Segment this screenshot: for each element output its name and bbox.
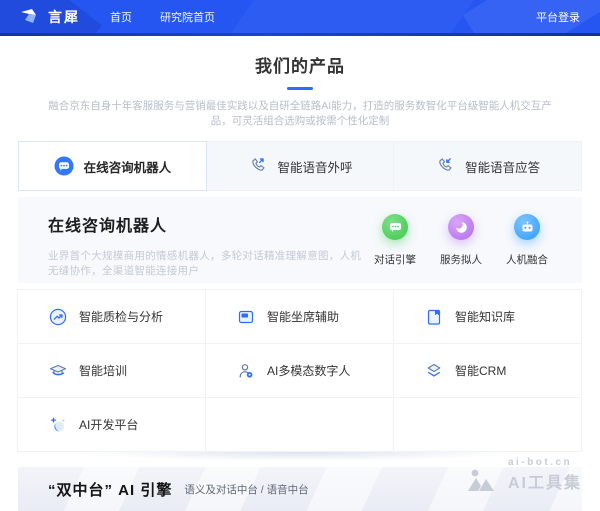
product-digital-human[interactable]: AI多模态数字人 [205,343,394,398]
product-label: 智能知识库 [455,308,515,325]
tab-label: 智能语音应答 [465,157,540,176]
persona-face-icon [448,214,474,240]
yanxi-logo[interactable]: 言犀 [20,7,80,27]
agent-assist-icon [236,307,256,327]
panel-features: 对话引擎 服务拟人 [370,214,552,283]
empty-grid-cell [205,397,394,452]
product-label: AI多模态数字人 [267,362,350,379]
nav-item-home[interactable]: 首页 [110,9,132,25]
product-quality-analysis[interactable]: 智能质检与分析 [17,289,206,344]
engine-banner-subtitle: 语义及对话中台 / 语音中台 [184,482,308,497]
feature-dialog-engine: 对话引擎 [370,214,420,283]
phone-incoming-icon [435,156,455,176]
crm-layers-icon [424,361,444,381]
title-divider [287,87,313,90]
feature-label: 服务拟人 [436,252,486,267]
product-label: 智能CRM [455,362,506,379]
nav-item-research[interactable]: 研究院首页 [160,9,215,25]
engine-banner-title: “双中台” AI 引擎 [48,479,172,500]
product-ai-platform[interactable]: AI开发平台 [17,397,206,452]
ai-bot-logo-icon [467,467,501,493]
watermark-text: ai-bot.cn AI工具集 [508,457,582,493]
training-cap-icon [48,361,68,381]
tab-label: 智能语音外呼 [278,157,353,176]
navbar-left: 言犀 首页 研究院首页 [20,7,243,27]
tab-voice-outbound[interactable]: 智能语音外呼 [206,141,395,191]
digital-human-icon [236,361,256,381]
knowledge-base-icon [424,307,444,327]
chat-bubble-icon [54,156,74,176]
product-crm[interactable]: 智能CRM [393,343,582,398]
panel-title: 在线咨询机器人 [48,212,370,236]
ai-platform-icon [48,415,68,435]
robot-icon [514,214,540,240]
product-label: 智能坐席辅助 [267,308,339,325]
product-tabs: 在线咨询机器人 智能语音外呼 智能语音应答 [18,141,582,191]
product-training[interactable]: 智能培训 [17,343,206,398]
section-title: 我们的产品 [18,52,582,77]
panel-description: 业界首个大规模商用的情感机器人，多轮对话精准理解意图，人机无缝协作，全渠道智能连… [48,248,370,278]
navbar-bottom-strip [0,33,600,36]
phone-outgoing-icon [248,156,268,176]
empty-grid-cell [393,397,582,452]
tab-online-robot[interactable]: 在线咨询机器人 [18,141,207,191]
watermark: ai-bot.cn AI工具集 [467,457,582,493]
feature-human-machine: 人机融合 [502,214,552,283]
products-section: 我们的产品 融合京东自身十年客服服务与营销最佳实践以及自研全链路AI能力，打造的… [0,52,600,452]
product-agent-assist[interactable]: 智能坐席辅助 [205,289,394,344]
product-label: 智能质检与分析 [79,308,163,325]
nav-links: 首页 研究院首页 [110,9,243,25]
product-label: 智能培训 [79,362,127,379]
yanxi-swoosh-icon [20,8,42,25]
product-knowledge-base[interactable]: 智能知识库 [393,289,582,344]
analysis-icon [48,307,68,327]
section-subtitle: 融合京东自身十年客服服务与营销最佳实践以及自研全链路AI能力，打造的服务数智化平… [18,99,582,129]
watermark-name: AI工具集 [508,469,582,493]
active-tab-panel: 在线咨询机器人 业界首个大规模商用的情感机器人，多轮对话精准理解意图，人机无缝协… [18,197,582,283]
top-navbar: 言犀 首页 研究院首页 平台登录 [0,0,600,33]
tab-label: 在线咨询机器人 [84,157,172,176]
navbar-deco-shape [219,0,481,33]
product-grid: 智能质检与分析 智能坐席辅助 智能知识库 [18,290,582,452]
watermark-site: ai-bot.cn [508,457,582,468]
panel-text: 在线咨询机器人 业界首个大规模商用的情感机器人，多轮对话精准理解意图，人机无缝协… [48,212,370,283]
product-label: AI开发平台 [79,416,138,433]
platform-login-link[interactable]: 平台登录 [536,9,580,25]
feature-label: 人机融合 [502,252,552,267]
chat-engine-icon [382,214,408,240]
feature-service-persona: 服务拟人 [436,214,486,283]
brand-name: 言犀 [48,7,80,27]
tab-voice-answer[interactable]: 智能语音应答 [393,141,582,191]
feature-label: 对话引擎 [370,252,420,267]
